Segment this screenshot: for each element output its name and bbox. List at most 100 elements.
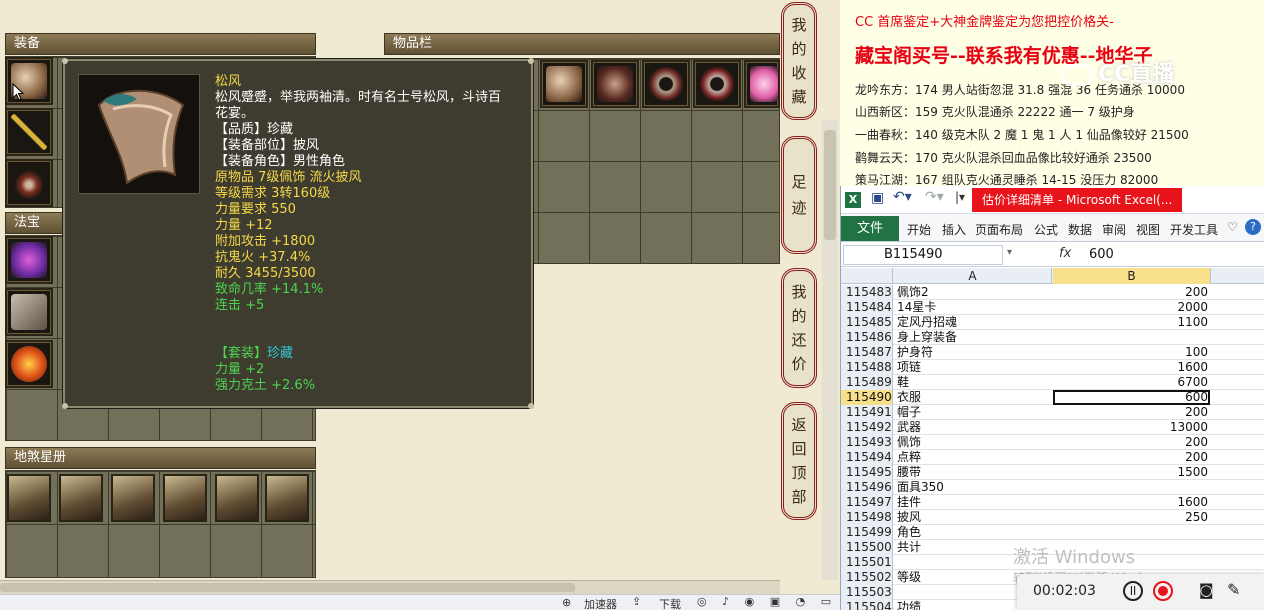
ribbon-tab-data[interactable]: 数据 — [1068, 221, 1092, 238]
row-number[interactable]: 115486 — [841, 330, 893, 345]
row-number[interactable]: 115504 — [841, 600, 893, 610]
cell-b[interactable]: 1600 — [1053, 495, 1210, 510]
row-number[interactable]: 115494 — [841, 450, 893, 465]
share-icon[interactable]: ⇪ — [632, 595, 641, 608]
sheet-row[interactable]: 115499 角色 — [841, 525, 1264, 540]
equip-slot-weapon[interactable] — [5, 108, 53, 156]
cell-b[interactable]: 1100 — [1053, 315, 1210, 330]
cell-a[interactable]: 腰带 — [897, 465, 1051, 480]
cell-b[interactable]: 1600 — [1053, 360, 1210, 375]
sheet-row[interactable]: 115496 面具350 — [841, 480, 1264, 495]
fabao-slot-3[interactable] — [5, 340, 53, 388]
sheet-row[interactable]: 115485 定风丹招魂 1100 — [841, 315, 1264, 330]
inventory-slot-1[interactable] — [540, 60, 588, 108]
column-a-header[interactable]: A — [894, 268, 1052, 284]
row-number[interactable]: 115497 — [841, 495, 893, 510]
star-card-1[interactable] — [7, 474, 51, 522]
ribbon-tab-formulas[interactable]: 公式 — [1034, 221, 1058, 238]
row-number[interactable]: 115492 — [841, 420, 893, 435]
pause-icon[interactable]: || — [1123, 581, 1143, 601]
sheet-row[interactable]: 115484 14星卡 2000 — [841, 300, 1264, 315]
ribbon-tab-developer[interactable]: 开发工具 — [1170, 221, 1218, 238]
cell-a[interactable]: 衣服 — [897, 390, 1051, 405]
speed-icon[interactable]: ⊕ — [562, 596, 571, 609]
ribbon-heart-icon[interactable]: ♡ — [1227, 220, 1238, 234]
fx-icon[interactable]: fx — [1059, 246, 1071, 261]
quick-access-icon[interactable]: |▾ — [955, 190, 965, 204]
footprint-button[interactable]: 足迹 — [781, 136, 817, 254]
row-number[interactable]: 115488 — [841, 360, 893, 375]
row-number[interactable]: 115493 — [841, 435, 893, 450]
cell-a[interactable]: 帽子 — [897, 405, 1051, 420]
my-favorites-button[interactable]: 我的收藏 — [781, 2, 817, 120]
camera-icon[interactable]: ◙ — [1199, 581, 1214, 599]
cell-b[interactable]: 13000 — [1053, 420, 1210, 435]
cell-a[interactable]: 定风丹招魂 — [897, 315, 1051, 330]
row-number[interactable]: 115483 — [841, 285, 893, 300]
cell-a[interactable]: 护身符 — [897, 345, 1051, 360]
row-number[interactable]: 115500 — [841, 540, 893, 555]
star-card-2[interactable] — [59, 474, 103, 522]
cell-b[interactable]: 1500 — [1053, 465, 1210, 480]
cell-a[interactable]: 点粹 — [897, 450, 1051, 465]
sheet-row[interactable]: 115483 佩饰2 200 — [841, 285, 1264, 300]
ribbon-tab-home[interactable]: 开始 — [907, 221, 931, 238]
sheet-row[interactable]: 115488 项链 1600 — [841, 360, 1264, 375]
sheet-row[interactable]: 115491 帽子 200 — [841, 405, 1264, 420]
cell-a[interactable]: 身上穿装备 — [897, 330, 1051, 345]
game-horizontal-scrollbar[interactable] — [0, 580, 780, 594]
sheet-row[interactable]: 115498 披风 250 — [841, 510, 1264, 525]
sheet-row[interactable]: 115492 武器 13000 — [841, 420, 1264, 435]
row-number[interactable]: 115502 — [841, 570, 893, 585]
row-number[interactable]: 115484 — [841, 300, 893, 315]
cell-b[interactable]: 200 — [1053, 285, 1210, 300]
sheet-row[interactable]: 115497 挂件 1600 — [841, 495, 1264, 510]
cell-a[interactable]: 项链 — [897, 360, 1051, 375]
cell-b[interactable]: 600 — [1053, 390, 1210, 405]
star-card-3[interactable] — [111, 474, 155, 522]
row-number[interactable]: 115485 — [841, 315, 893, 330]
cell-a[interactable]: 佩饰2 — [897, 285, 1051, 300]
star-card-5[interactable] — [215, 474, 259, 522]
cell-b[interactable]: 2000 — [1053, 300, 1210, 315]
cell-a[interactable]: 14星卡 — [897, 300, 1051, 315]
row-number[interactable]: 115496 — [841, 480, 893, 495]
undo-icon[interactable]: ↶▾ — [893, 189, 912, 205]
toolbar-icons[interactable]: ◎ ♪ ◉ ▣ ◔ ▭ — [697, 595, 837, 608]
column-b-header[interactable]: B — [1053, 268, 1211, 284]
sheet-row[interactable]: 115493 佩饰 200 — [841, 435, 1264, 450]
download-label[interactable]: 下载 — [659, 596, 681, 610]
side-scrollbar-thumb[interactable] — [824, 130, 836, 240]
ribbon-tab-insert[interactable]: 插入 — [942, 221, 966, 238]
ribbon-tab-page-layout[interactable]: 页面布局 — [975, 221, 1023, 238]
cell-a[interactable]: 披风 — [897, 510, 1051, 525]
speed-label[interactable]: 加速器 — [584, 596, 617, 610]
redo-icon[interactable]: ↷▾ — [925, 189, 944, 205]
select-all-corner[interactable] — [841, 268, 893, 284]
stop-record-icon[interactable] — [1153, 581, 1173, 601]
equip-slot-necklace[interactable] — [5, 159, 53, 207]
sheet-row[interactable]: 115489 鞋 6700 — [841, 375, 1264, 390]
save-icon[interactable]: ▣ — [871, 190, 884, 206]
side-vertical-scrollbar[interactable] — [822, 120, 838, 580]
cell-a[interactable]: 挂件 — [897, 495, 1051, 510]
ribbon-tab-review[interactable]: 审阅 — [1102, 221, 1126, 238]
row-number[interactable]: 115503 — [841, 585, 893, 600]
row-number[interactable]: 115501 — [841, 555, 893, 570]
sheet-row[interactable]: 115490 衣服 600 — [841, 390, 1264, 405]
sheet-row[interactable]: 115495 腰带 1500 — [841, 465, 1264, 480]
cell-b[interactable]: 6700 — [1053, 375, 1210, 390]
cell-a[interactable]: 角色 — [897, 525, 1051, 540]
cell-b[interactable]: 200 — [1053, 435, 1210, 450]
inventory-slot-3[interactable] — [642, 60, 690, 108]
ribbon-tab-view[interactable]: 视图 — [1136, 221, 1160, 238]
cell-b[interactable]: 200 — [1053, 450, 1210, 465]
cell-a[interactable]: 鞋 — [897, 375, 1051, 390]
cell-b[interactable]: 250 — [1053, 510, 1210, 525]
help-icon[interactable]: ? — [1245, 219, 1261, 235]
cell-b[interactable]: 100 — [1053, 345, 1210, 360]
ribbon-tab-file[interactable]: 文件 — [841, 216, 899, 241]
row-number[interactable]: 115489 — [841, 375, 893, 390]
scrollbar-thumb[interactable] — [0, 583, 575, 592]
star-card-4[interactable] — [163, 474, 207, 522]
